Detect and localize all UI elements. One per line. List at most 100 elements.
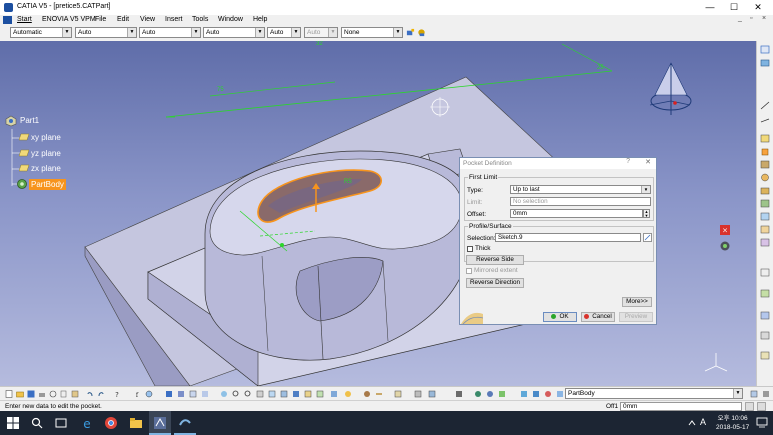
chevron-down-icon[interactable]: ▼ [733,389,742,398]
apply-material-icon[interactable] [363,390,371,398]
dialog-close-button[interactable]: ✕ [645,158,651,166]
tree-item-zx-plane[interactable]: zx plane [31,164,61,173]
redo-icon[interactable] [97,390,105,398]
zoom-in-icon[interactable] [232,390,240,398]
task-view-icon[interactable] [54,416,68,430]
selection-field[interactable]: Sketch.9 [495,233,641,242]
exit-workbench-icon[interactable] [760,58,770,67]
measure-icon[interactable] [760,268,770,277]
type-select[interactable]: Up to last ▼ [510,185,651,194]
painter-icon[interactable] [406,28,415,37]
hide-show-icon[interactable] [304,390,312,398]
pan-icon[interactable] [201,390,209,398]
tree-item-part1[interactable]: Part1 [20,116,39,125]
system-clock[interactable]: 오후 10:06 2018-05-17 [716,414,749,432]
mirror-icon[interactable] [760,311,770,320]
formula-icon[interactable]: f [133,390,141,398]
chamfer-icon[interactable] [760,238,770,247]
offset-field[interactable]: 0mm [510,209,643,218]
normal-view-icon[interactable] [256,390,264,398]
offset-spinner[interactable]: ▲ ▼ [643,209,650,218]
menu-help[interactable]: Help [253,16,267,23]
mdi-close-button[interactable]: × [762,15,766,22]
menu-view[interactable]: View [140,16,155,23]
catia-v5-icon[interactable] [178,416,192,430]
color-combo[interactable]: Automatic ▼ [10,27,72,38]
open-folder-icon[interactable] [16,390,24,398]
zoom-out-icon[interactable] [244,390,252,398]
layer-combo[interactable]: None ▼ [341,27,403,38]
search-icon[interactable] [30,416,44,430]
tray-expand-icon[interactable] [688,419,696,427]
define-in-work-icon[interactable] [750,390,758,398]
measure-item-icon[interactable] [394,390,402,398]
toolbar-more-icon[interactable] [762,390,770,398]
measure-inertia-icon[interactable] [414,390,422,398]
menu-file[interactable]: File [95,16,106,23]
reorder-icon[interactable] [474,390,482,398]
reverse-side-button[interactable]: Reverse Side [466,255,524,265]
shaft-icon[interactable] [760,173,770,182]
line-icon[interactable] [760,101,770,110]
thick-checkbox[interactable] [467,246,473,252]
pocket-icon[interactable] [760,160,770,169]
ordered-set-icon[interactable] [532,390,540,398]
status-options-icon[interactable] [757,402,766,411]
iso-view-icon[interactable] [280,390,288,398]
swap-visible-icon[interactable] [316,390,324,398]
ok-button[interactable]: OK [543,312,577,322]
fillet-icon[interactable] [760,225,770,234]
body-gear-icon[interactable] [16,178,28,190]
cut-icon[interactable] [49,390,57,398]
define-object-icon[interactable] [455,390,463,398]
hole-icon[interactable] [760,186,770,195]
tree-item-xy-plane[interactable]: xy plane [31,133,61,142]
plane-icon[interactable] [19,164,29,172]
lighting-icon[interactable] [344,390,352,398]
power-input-icon[interactable] [745,402,754,411]
change-body-icon[interactable] [556,390,564,398]
render-icon[interactable] [330,390,338,398]
tree-item-partbody[interactable]: PartBody [29,179,66,190]
body-select[interactable]: PartBody ▼ [565,388,743,399]
plane-icon[interactable] [19,133,29,141]
chevron-down-icon[interactable]: ▼ [291,28,300,37]
rotate-icon[interactable] [220,390,228,398]
boolean-icon[interactable] [544,390,552,398]
rib-icon[interactable] [760,199,770,208]
maximize-button[interactable]: ☐ [722,1,746,14]
transparency-combo[interactable]: Auto ▼ [75,27,137,38]
chrome-icon[interactable] [104,416,118,430]
windows-start-icon[interactable] [6,416,20,430]
menu-insert[interactable]: Insert [165,16,183,23]
analysis-icon[interactable] [760,351,770,360]
insert-body-icon[interactable] [498,390,506,398]
input-language-indicator[interactable]: A [700,417,706,427]
reverse-direction-button[interactable]: Reverse Direction [466,278,524,288]
plane-icon[interactable] [19,149,29,157]
menu-tools[interactable]: Tools [192,16,208,23]
line-thickness-combo[interactable]: Auto ▼ [139,27,201,38]
axis-icon[interactable] [760,116,770,125]
sketch-icon[interactable] [760,45,770,54]
file-explorer-icon[interactable] [129,416,143,430]
mdi-restore-button[interactable]: ▫ [750,15,752,22]
close-button[interactable]: ✕ [746,1,770,14]
sketch-edit-icon[interactable] [643,233,652,242]
catia-taskbar-icon[interactable] [153,416,167,430]
pad-icon[interactable] [760,147,770,156]
properties-icon[interactable] [417,28,426,37]
shading-icon[interactable] [292,390,300,398]
command-input[interactable]: 0mm [620,402,742,411]
line-type-combo[interactable]: Auto ▼ [203,27,265,38]
menu-enovia[interactable]: ENOVIA V5 VPM [42,16,96,23]
grid-icon[interactable] [760,331,770,340]
catalog-icon[interactable] [165,390,173,398]
point-type-combo[interactable]: Auto ▼ [267,27,301,38]
chevron-down-icon[interactable]: ▼ [641,186,650,193]
part-icon[interactable] [5,115,17,127]
undo-icon[interactable] [86,390,94,398]
menu-start[interactable]: Start [17,16,32,23]
chevron-down-icon[interactable]: ▼ [393,28,402,37]
fly-mode-icon[interactable] [177,390,185,398]
